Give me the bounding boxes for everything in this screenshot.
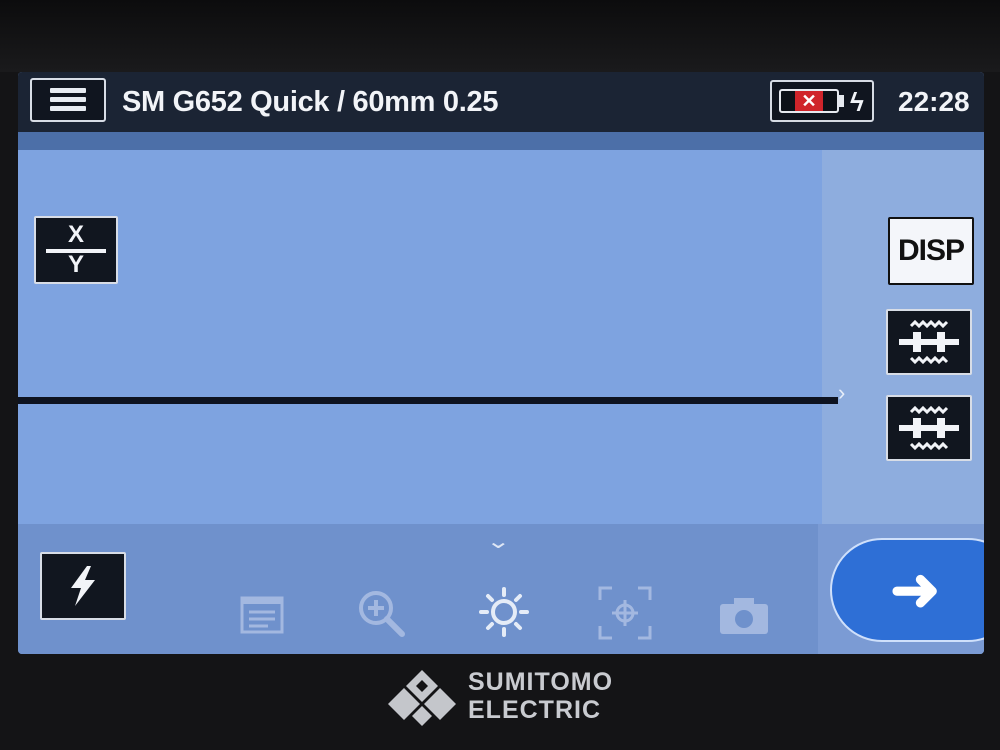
arc-button[interactable] — [40, 552, 126, 620]
fiber-clamp-icon — [899, 405, 959, 451]
xy-bottom-label: Y — [67, 251, 84, 278]
focus-icon[interactable] — [598, 586, 652, 640]
zoom-in-icon[interactable] — [356, 588, 406, 638]
brand-line1: SUMITOMO — [468, 668, 614, 696]
fiber-view-divider — [18, 397, 838, 404]
lightning-icon — [71, 566, 95, 606]
brand-logo: SUMITOMO ELECTRIC — [386, 668, 646, 728]
camera-icon[interactable] — [718, 596, 770, 636]
battery-tip — [839, 95, 844, 107]
top-bar: SM G652 Quick / 60mm 0.25 ✕ ϟ 22:28 — [18, 72, 984, 132]
brand-line2: ELECTRIC — [468, 696, 601, 724]
clock: 22:28 — [898, 86, 970, 117]
fiber-clamp-icon — [899, 319, 959, 365]
brightness-icon[interactable] — [478, 586, 530, 638]
xy-icon: X Y — [46, 222, 106, 278]
arrow-right-icon: ➜ — [890, 556, 941, 623]
hamburger-icon — [50, 88, 86, 112]
splice-program-title[interactable]: SM G652 Quick / 60mm 0.25 — [122, 82, 498, 122]
disp-label: DISP — [897, 234, 965, 267]
brand-name: SUMITOMO ELECTRIC — [468, 668, 613, 724]
fusion-splicer-screen: SM G652 Quick / 60mm 0.25 ✕ ϟ 22:28 › X … — [18, 72, 984, 654]
notes-icon[interactable] — [240, 596, 284, 634]
menu-button[interactable] — [30, 78, 106, 122]
motor-y-button[interactable] — [886, 395, 972, 461]
charging-icon: ϟ — [850, 87, 864, 117]
motor-x-button[interactable] — [886, 309, 972, 375]
battery-status: ✕ ϟ — [770, 80, 874, 122]
sumitomo-logo-icon — [388, 670, 456, 726]
xy-view-button[interactable]: X Y — [34, 216, 118, 284]
next-button[interactable]: ➜ — [830, 538, 984, 642]
xy-top-label: X — [67, 221, 84, 248]
disp-button[interactable]: DISP — [888, 217, 974, 285]
battery-empty-icon: ✕ — [795, 91, 823, 111]
battery-icon: ✕ — [779, 89, 839, 113]
chevron-down-icon[interactable]: ⌄ — [486, 532, 511, 552]
device-bezel — [0, 0, 1000, 72]
topbar-stripe — [18, 132, 984, 150]
chevron-right-icon: › — [838, 380, 846, 405]
